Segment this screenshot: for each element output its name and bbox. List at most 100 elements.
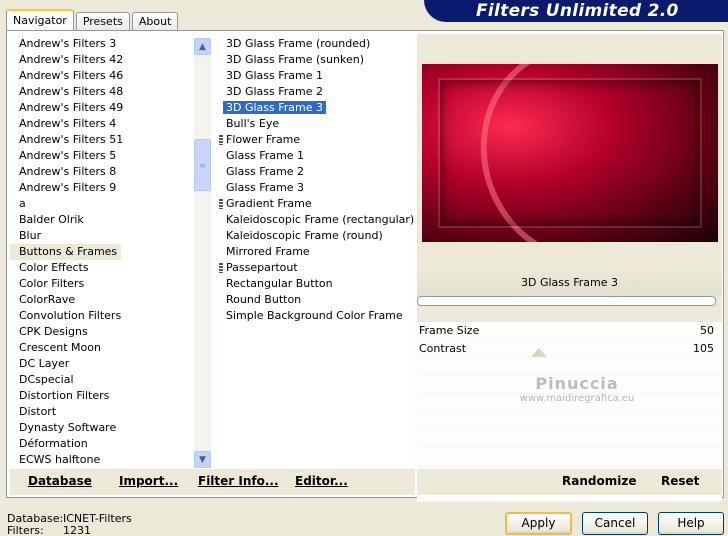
filter-item[interactable]: Glass Frame 3 bbox=[217, 180, 415, 196]
category-item[interactable]: ECWS halftone bbox=[10, 452, 194, 468]
filter-item-label: 3D Glass Frame 2 bbox=[226, 85, 324, 98]
filter-item[interactable]: 3D Glass Frame 3 bbox=[217, 100, 415, 116]
filter-item-label: 3D Glass Frame (rounded) bbox=[226, 37, 371, 50]
category-list[interactable]: Andrew's Filters 3 Andrew's Filters 42 And… bbox=[10, 34, 216, 468]
filter-item[interactable]: Simple Background Color Frame bbox=[217, 308, 415, 324]
category-item[interactable]: Andrew's Filters 5 bbox=[10, 148, 194, 164]
category-item-label: Andrew's Filters 48 bbox=[19, 85, 124, 98]
slider-marker-icon[interactable] bbox=[531, 348, 547, 357]
filter-item[interactable]: Mirrored Frame bbox=[217, 244, 415, 260]
category-item[interactable]: DCspecial bbox=[10, 372, 194, 388]
reset-button[interactable]: Reset bbox=[661, 474, 699, 488]
category-item[interactable]: Color Effects bbox=[10, 260, 194, 276]
category-item-label: ECWS halftone bbox=[19, 453, 101, 466]
category-item[interactable]: Andrew's Filters 46 bbox=[10, 68, 194, 84]
filter-item[interactable]: Glass Frame 1 bbox=[217, 148, 415, 164]
category-item[interactable]: Andrew's Filters 42 bbox=[10, 52, 194, 68]
tab-about[interactable]: About bbox=[131, 12, 179, 30]
filter-item[interactable]: Kaleidoscopic Frame (rectangular) bbox=[217, 212, 415, 228]
category-item-label: Andrew's Filters 51 bbox=[19, 133, 124, 146]
filter-info-button[interactable]: Filter Info... bbox=[198, 474, 279, 488]
filter-item[interactable]: Glass Frame 2 bbox=[217, 164, 415, 180]
randomize-button[interactable]: Randomize bbox=[562, 474, 636, 488]
category-item-label: a bbox=[19, 197, 26, 210]
selected-filter-name: 3D Glass Frame 3 bbox=[417, 270, 722, 296]
category-item[interactable]: Color Filters bbox=[10, 276, 194, 292]
category-item-label: Buttons & Frames bbox=[10, 244, 122, 260]
category-item[interactable]: Andrew's Filters 4 bbox=[10, 116, 194, 132]
param-value: 50 bbox=[700, 324, 714, 337]
filter-item[interactable]: Rectangular Button bbox=[217, 276, 415, 292]
category-item[interactable]: Balder Olrik bbox=[10, 212, 194, 228]
category-scrollbar[interactable]: ▲ ≡ ▼ bbox=[194, 38, 211, 468]
category-item-label: Andrew's Filters 46 bbox=[19, 69, 124, 82]
grip-icon bbox=[219, 199, 223, 209]
filter-item[interactable]: Bull's Eye bbox=[217, 116, 415, 132]
category-item[interactable]: Dynasty Software bbox=[10, 420, 194, 436]
category-item[interactable]: Convolution Filters bbox=[10, 308, 194, 324]
category-item[interactable]: Déformation bbox=[10, 436, 194, 452]
filter-list[interactable]: 3D Glass Frame (rounded) 3D Glass Frame (… bbox=[217, 34, 415, 468]
category-item[interactable]: Andrew's Filters 8 bbox=[10, 164, 194, 180]
category-item-label: Andrew's Filters 42 bbox=[19, 53, 124, 66]
category-item[interactable]: Distortion Filters bbox=[10, 388, 194, 404]
param-contrast[interactable]: Contrast 105 bbox=[417, 340, 722, 358]
progress-bar bbox=[417, 296, 716, 306]
filter-item-label: Passepartout bbox=[226, 261, 298, 274]
filter-item[interactable]: 3D Glass Frame (rounded) bbox=[217, 36, 415, 52]
tab-navigator[interactable]: Navigator bbox=[6, 9, 74, 30]
category-item[interactable]: Andrew's Filters 48 bbox=[10, 84, 194, 100]
apply-button[interactable]: Apply bbox=[505, 512, 572, 535]
filter-item-label: Kaleidoscopic Frame (rectangular) bbox=[226, 213, 415, 226]
category-item[interactable]: Andrew's Filters 9 bbox=[10, 180, 194, 196]
scroll-down-icon[interactable]: ▼ bbox=[194, 451, 211, 468]
cancel-button[interactable]: Cancel bbox=[582, 512, 648, 535]
category-item[interactable]: Blur bbox=[10, 228, 194, 244]
filter-item-label: Simple Background Color Frame bbox=[226, 309, 403, 322]
param-frame-size[interactable]: Frame Size 50 bbox=[417, 322, 722, 340]
filter-item-label: 3D Glass Frame (sunken) bbox=[226, 53, 364, 66]
category-item-label: Déformation bbox=[19, 437, 88, 450]
import-button[interactable]: Import... bbox=[119, 474, 178, 488]
param-empty-row bbox=[417, 448, 722, 466]
category-item[interactable]: Andrew's Filters 51 bbox=[10, 132, 194, 148]
filter-item-label: Glass Frame 1 bbox=[226, 149, 305, 162]
tab-bar: Navigator Presets About bbox=[6, 9, 180, 30]
scroll-thumb[interactable]: ≡ bbox=[194, 139, 211, 191]
grip-icon bbox=[219, 263, 223, 273]
category-item[interactable]: a bbox=[10, 196, 194, 212]
tab-presets[interactable]: Presets bbox=[75, 12, 130, 30]
category-item[interactable]: Andrew's Filters 49 bbox=[10, 100, 194, 116]
database-button[interactable]: Database bbox=[28, 474, 92, 488]
category-item[interactable]: Distort bbox=[10, 404, 194, 420]
help-button[interactable]: Help bbox=[658, 512, 724, 535]
filter-item-label: Rectangular Button bbox=[226, 277, 333, 290]
filter-item-label: Kaleidoscopic Frame (round) bbox=[226, 229, 383, 242]
filter-item[interactable]: 3D Glass Frame (sunken) bbox=[217, 52, 415, 68]
category-item[interactable]: Buttons & Frames bbox=[10, 244, 194, 260]
param-label: Contrast bbox=[419, 342, 467, 355]
filter-item[interactable]: 3D Glass Frame 2 bbox=[217, 84, 415, 100]
scroll-up-icon[interactable]: ▲ bbox=[194, 38, 211, 55]
filter-item-label: Mirrored Frame bbox=[226, 245, 310, 258]
category-item-label: Convolution Filters bbox=[19, 309, 122, 322]
category-item[interactable]: Andrew's Filters 3 bbox=[10, 36, 194, 52]
category-item[interactable]: Crescent Moon bbox=[10, 340, 194, 356]
category-item[interactable]: ColorRave bbox=[10, 292, 194, 308]
preview-frame bbox=[438, 78, 702, 228]
category-item-label: Andrew's Filters 3 bbox=[19, 37, 117, 50]
param-value: 105 bbox=[693, 342, 714, 355]
category-item[interactable]: DC Layer bbox=[10, 356, 194, 372]
filter-item[interactable]: Flower Frame bbox=[217, 132, 415, 148]
filter-item[interactable]: Round Button bbox=[217, 292, 415, 308]
filter-item[interactable]: 3D Glass Frame 1 bbox=[217, 68, 415, 84]
category-item-label: CPK Designs bbox=[19, 325, 88, 338]
category-item[interactable]: CPK Designs bbox=[10, 324, 194, 340]
filter-item[interactable]: Kaleidoscopic Frame (round) bbox=[217, 228, 415, 244]
filter-item[interactable]: Passepartout bbox=[217, 260, 415, 276]
editor-button[interactable]: Editor... bbox=[295, 474, 348, 488]
filter-item-label: Glass Frame 2 bbox=[226, 165, 305, 178]
filter-item-label: Glass Frame 3 bbox=[226, 181, 305, 194]
watermark: Pinuccia www.maidiregrafica.eu bbox=[477, 374, 677, 404]
filter-item[interactable]: Gradient Frame bbox=[217, 196, 415, 212]
